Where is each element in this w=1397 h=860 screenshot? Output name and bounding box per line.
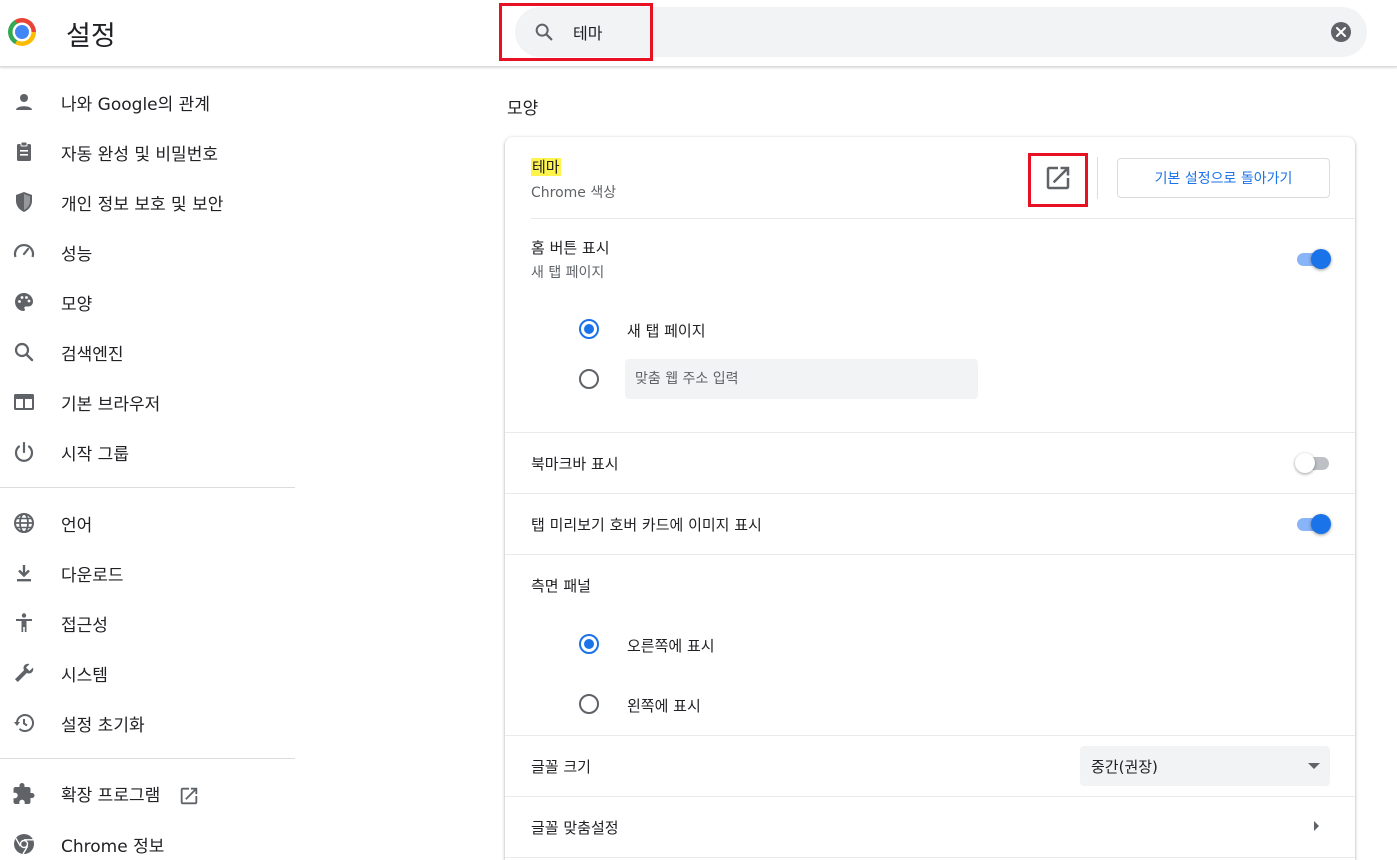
toggle-knob <box>1311 249 1331 269</box>
sidebar-item-label: 검색엔진 <box>61 344 124 365</box>
radio-new-tab-page[interactable] <box>579 319 599 339</box>
radio-custom-url[interactable] <box>579 369 599 389</box>
sidebar-item-label: 모양 <box>61 294 93 315</box>
speedometer-icon <box>13 243 35 258</box>
toggle-knob <box>1295 453 1315 473</box>
tab-hover-toggle[interactable] <box>1295 513 1331 535</box>
chrome-logo-icon <box>8 18 36 46</box>
sidebar-item-reset[interactable]: 설정 초기화 <box>0 701 295 745</box>
sidebar-item-label: 나와 Google의 관계 <box>61 94 210 115</box>
radio-label: 왼쪽에 표시 <box>627 697 701 715</box>
font-size-value: 중간(권장) <box>1091 758 1158 776</box>
bookmarks-bar-title: 북마크바 표시 <box>531 455 619 473</box>
power-icon <box>14 441 34 462</box>
sidebar-item-label: 시작 그룹 <box>61 444 129 465</box>
sidebar-item-label: 성능 <box>61 244 93 265</box>
sidebar-item-label: 자동 완성 및 비밀번호 <box>61 144 218 165</box>
reset-theme-button[interactable]: 기본 설정으로 돌아가기 <box>1117 158 1330 198</box>
radio-show-right[interactable] <box>579 634 599 654</box>
sidebar-item-label: 시스템 <box>61 665 108 686</box>
open-theme-link[interactable] <box>1043 163 1073 193</box>
side-panel-title: 측면 패널 <box>531 577 591 595</box>
sidebar-item-label: 확장 프로그램 <box>61 781 200 807</box>
row-divider <box>505 796 1355 797</box>
shield-icon <box>16 192 32 212</box>
sidebar-item-appearance[interactable]: 모양 <box>0 280 295 324</box>
row-divider <box>505 857 1355 858</box>
search-input[interactable] <box>573 17 1273 47</box>
sidebar-item-label: 다운로드 <box>61 565 124 586</box>
section-title: 모양 <box>507 99 539 119</box>
sidebar-item-privacy[interactable]: 개인 정보 보호 및 보안 <box>0 180 295 224</box>
search-icon <box>535 23 553 41</box>
download-icon <box>17 565 31 582</box>
sidebar-item-on-startup[interactable]: 시작 그룹 <box>0 430 295 474</box>
clipboard-icon <box>17 141 31 161</box>
search-icon <box>14 342 34 362</box>
tab-hover-title: 탭 미리보기 호버 카드에 이미지 표시 <box>531 516 762 534</box>
sidebar-divider <box>0 487 295 488</box>
custom-fonts-title: 글꼴 맞춤설정 <box>531 819 619 837</box>
history-icon <box>14 714 34 732</box>
radio-label: 오른쪽에 표시 <box>627 637 715 655</box>
page-title: 설정 <box>66 21 116 52</box>
browser-icon <box>14 394 34 410</box>
home-button-toggle[interactable] <box>1295 248 1331 270</box>
sidebar-item-accessibility[interactable]: 접근성 <box>0 601 295 645</box>
theme-subtitle: Chrome 색상 <box>531 185 617 201</box>
sidebar-item-you-and-google[interactable]: 나와 Google의 관계 <box>0 80 295 124</box>
sidebar-item-label: 접근성 <box>61 615 108 636</box>
search-match-highlight: 테마 <box>531 158 561 176</box>
close-icon[interactable] <box>1331 22 1351 42</box>
sidebar-item-extensions[interactable]: 확장 프로그램 <box>0 772 295 816</box>
row-divider <box>505 493 1355 494</box>
sidebar-item-search-engine[interactable]: 검색엔진 <box>0 330 295 374</box>
theme-title: 테마 <box>531 156 561 177</box>
sidebar-item-label-text: 확장 프로그램 <box>61 786 161 806</box>
sidebar: 나와 Google의 관계 자동 완성 및 비밀번호 개인 정보 보호 및 보안… <box>0 68 295 860</box>
home-button-title: 홈 버튼 표시 <box>531 239 610 257</box>
sidebar-item-autofill[interactable]: 자동 완성 및 비밀번호 <box>0 130 295 174</box>
dropdown-arrow-icon <box>1308 763 1320 769</box>
sidebar-item-system[interactable]: 시스템 <box>0 651 295 695</box>
vertical-separator <box>1097 157 1098 199</box>
header: 설정 <box>0 0 1397 67</box>
row-divider <box>505 554 1355 555</box>
sidebar-item-label: 언어 <box>61 515 93 536</box>
sidebar-item-label: 개인 정보 보호 및 보안 <box>61 194 224 215</box>
sidebar-item-label: 설정 초기화 <box>61 715 145 736</box>
wrench-icon <box>15 663 34 682</box>
sidebar-item-languages[interactable]: 언어 <box>0 501 295 545</box>
globe-icon <box>14 513 34 533</box>
toggle-knob <box>1311 514 1331 534</box>
sidebar-item-label: Chrome 정보 <box>61 836 165 857</box>
appearance-card: 테마 Chrome 색상 기본 설정으로 돌아가기 홈 버튼 표시 새 탭 페이… <box>505 137 1355 860</box>
palette-icon <box>15 293 33 311</box>
home-button-subtitle: 새 탭 페이지 <box>531 265 605 281</box>
person-icon <box>16 94 32 110</box>
open-in-new-icon <box>180 787 197 805</box>
chrome-icon <box>14 834 34 855</box>
row-divider <box>505 432 1355 433</box>
radio-show-left[interactable] <box>579 694 599 714</box>
sidebar-item-about-chrome[interactable]: Chrome 정보 <box>0 822 295 860</box>
row-divider <box>505 735 1355 736</box>
sidebar-item-performance[interactable]: 성능 <box>0 230 295 274</box>
puzzle-icon <box>13 783 35 804</box>
sidebar-item-default-browser[interactable]: 기본 브라우저 <box>0 380 295 424</box>
bookmarks-bar-toggle[interactable] <box>1295 452 1331 474</box>
chevron-right-icon[interactable] <box>1314 821 1319 831</box>
sidebar-item-label: 기본 브라우저 <box>61 394 161 415</box>
accessibility-icon <box>16 613 32 632</box>
radio-label: 새 탭 페이지 <box>627 322 706 340</box>
sidebar-item-downloads[interactable]: 다운로드 <box>0 551 295 595</box>
search-bar[interactable] <box>515 7 1367 57</box>
font-size-select[interactable]: 중간(권장) <box>1080 746 1330 786</box>
open-in-new-icon <box>1046 166 1070 190</box>
sidebar-divider <box>0 758 295 759</box>
custom-url-input[interactable] <box>625 359 978 399</box>
font-size-title: 글꼴 크기 <box>531 758 591 776</box>
row-divider <box>531 218 1355 219</box>
